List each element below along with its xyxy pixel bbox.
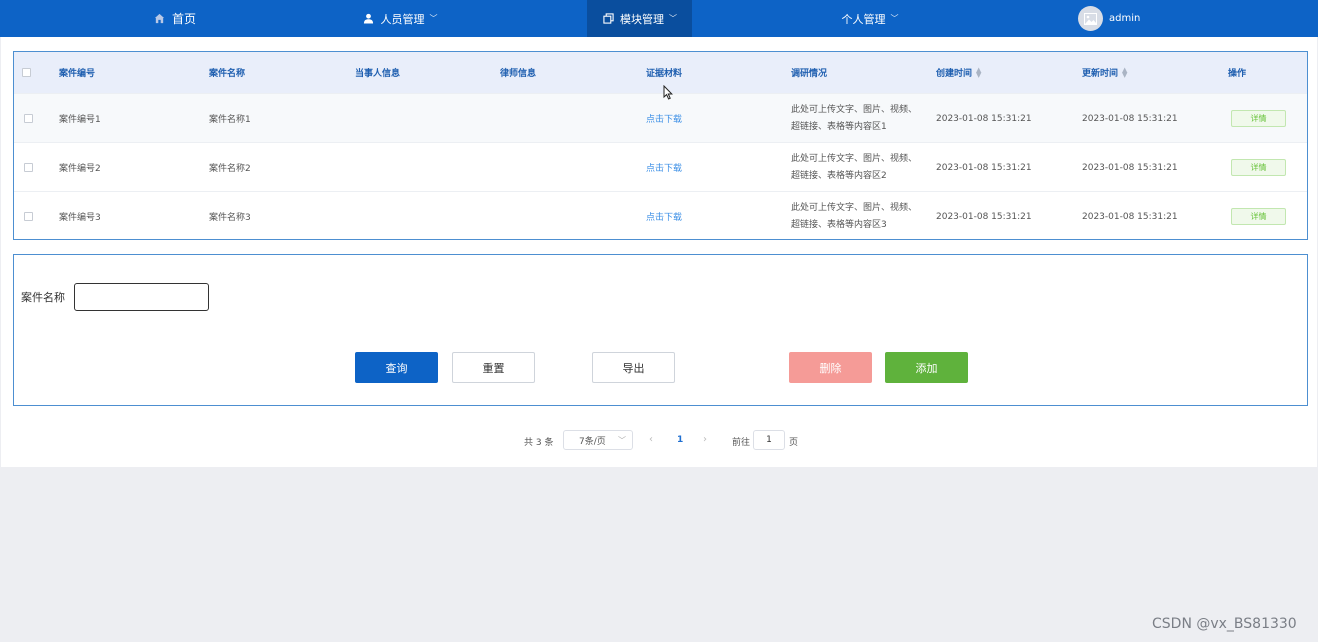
cell-case-no: 案件编号2 — [59, 164, 101, 174]
nav-home-label: 首页 — [171, 12, 196, 26]
case-name-label: 案件名称 — [21, 291, 65, 304]
query-button[interactable]: 查询 — [355, 352, 438, 383]
header-created[interactable]: 创建时间 ▲ ▼ — [936, 52, 981, 93]
header-case-name: 案件名称 — [209, 69, 246, 79]
home-icon — [154, 13, 166, 25]
row-checkbox[interactable] — [24, 212, 33, 221]
nav-personal-management[interactable]: 个人管理 ﹀ — [800, 0, 940, 37]
user-menu[interactable]: admin — [1078, 5, 1140, 32]
nav-home[interactable]: 首页 — [120, 0, 230, 37]
pagination: 共 3 条 7条/页 ﹀ ‹ 1 › 前往 1 页 — [1, 430, 1317, 452]
header-research: 调研情况 — [791, 69, 828, 79]
goto-page-input[interactable]: 1 — [753, 430, 785, 450]
prev-page-icon[interactable]: ‹ — [649, 434, 653, 445]
case-name-input[interactable] — [74, 283, 209, 311]
add-button[interactable]: 添加 — [885, 352, 968, 383]
goto-label: 前往 — [732, 438, 751, 448]
header-case-no: 案件编号 — [59, 69, 96, 79]
download-link[interactable]: 点击下载 — [646, 143, 682, 192]
download-link[interactable]: 点击下载 — [646, 192, 682, 241]
top-navigation: 首页 人员管理 ﹀ 模块管理 ﹀ 个人管理 ﹀ admin — [0, 0, 1318, 37]
page-unit-label: 页 — [789, 438, 799, 448]
main-content: 案件编号 案件名称 当事人信息 律师信息 证据材料 调研情况 创建时间 ▲ ▼ 更… — [1, 37, 1317, 467]
download-link[interactable]: 点击下载 — [646, 94, 682, 143]
table-row: 案件编号1 案件名称1 点击下载 此处可上传文字、图片、视频、超链接、表格等内容… — [14, 93, 1307, 142]
select-all-checkbox[interactable] — [22, 68, 31, 77]
cell-case-name: 案件名称1 — [209, 115, 251, 125]
nav-module-management[interactable]: 模块管理 ﹀ — [587, 0, 692, 37]
sort-icon[interactable]: ▲ ▼ — [976, 66, 981, 78]
row-checkbox[interactable] — [24, 163, 33, 172]
chevron-down-icon: ﹀ — [890, 14, 899, 23]
total-count: 共 3 条 — [524, 438, 554, 448]
search-panel: 案件名称 查询 重置 导出 删除 添加 — [13, 254, 1308, 406]
page-number-current[interactable]: 1 — [677, 435, 683, 445]
table-row: 案件编号3 案件名称3 点击下载 此处可上传文字、图片、视频、超链接、表格等内容… — [14, 191, 1307, 240]
cell-case-name: 案件名称2 — [209, 164, 251, 174]
cell-created: 2023-01-08 15:31:21 — [936, 162, 1032, 173]
cell-case-name: 案件名称3 — [209, 213, 251, 223]
cell-created: 2023-01-08 15:31:21 — [936, 211, 1032, 222]
cell-created: 2023-01-08 15:31:21 — [936, 113, 1032, 124]
user-icon — [363, 13, 375, 25]
nav-staff-management[interactable]: 人员管理 ﹀ — [330, 0, 470, 37]
next-page-icon[interactable]: › — [703, 434, 707, 445]
nav-personal-label: 个人管理 — [841, 12, 886, 26]
page-size-select[interactable]: 7条/页 ﹀ — [563, 430, 633, 450]
cell-updated: 2023-01-08 15:31:21 — [1082, 113, 1178, 124]
row-checkbox[interactable] — [24, 114, 33, 123]
header-lawyer: 律师信息 — [500, 69, 537, 79]
mouse-cursor-icon — [663, 85, 673, 100]
header-party: 当事人信息 — [355, 69, 401, 79]
table-row: 案件编号2 案件名称2 点击下载 此处可上传文字、图片、视频、超链接、表格等内容… — [14, 142, 1307, 191]
copy-icon — [602, 13, 614, 25]
case-table: 案件编号 案件名称 当事人信息 律师信息 证据材料 调研情况 创建时间 ▲ ▼ 更… — [13, 51, 1308, 240]
nav-module-label: 模块管理 — [620, 12, 664, 26]
sort-icon[interactable]: ▲ ▼ — [1122, 66, 1127, 78]
detail-button[interactable]: 详情 — [1231, 159, 1286, 176]
chevron-down-icon: ﹀ — [669, 14, 677, 23]
delete-button[interactable]: 删除 — [789, 352, 872, 383]
export-button[interactable]: 导出 — [592, 352, 675, 383]
header-updated[interactable]: 更新时间 ▲ ▼ — [1082, 52, 1127, 93]
detail-button[interactable]: 详情 — [1231, 110, 1286, 127]
chevron-down-icon: ﹀ — [429, 14, 438, 23]
cell-research: 此处可上传文字、图片、视频、超链接、表格等内容区3 — [791, 202, 918, 230]
header-ops: 操作 — [1228, 69, 1247, 79]
nav-staff-label: 人员管理 — [380, 12, 425, 26]
reset-button[interactable]: 重置 — [452, 352, 535, 383]
cell-updated: 2023-01-08 15:31:21 — [1082, 211, 1178, 222]
user-name: admin — [1109, 13, 1141, 24]
cell-updated: 2023-01-08 15:31:21 — [1082, 162, 1178, 173]
image-icon — [1084, 12, 1097, 25]
avatar — [1078, 6, 1103, 31]
watermark: CSDN @vx_BS81330 — [1152, 616, 1297, 632]
chevron-down-icon: ﹀ — [618, 436, 626, 445]
cell-research: 此处可上传文字、图片、视频、超链接、表格等内容区1 — [791, 104, 918, 132]
cell-case-no: 案件编号1 — [59, 115, 101, 125]
table-header: 案件编号 案件名称 当事人信息 律师信息 证据材料 调研情况 创建时间 ▲ ▼ 更… — [14, 52, 1307, 93]
cell-research: 此处可上传文字、图片、视频、超链接、表格等内容区2 — [791, 153, 918, 181]
cell-case-no: 案件编号3 — [59, 213, 101, 223]
detail-button[interactable]: 详情 — [1231, 208, 1286, 225]
